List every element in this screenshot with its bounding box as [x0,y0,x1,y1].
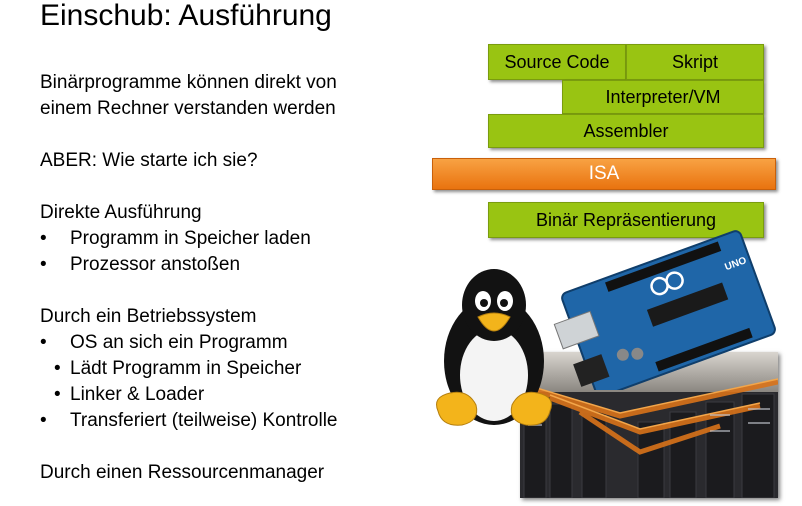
heading-operating-system: Durch ein Betriebssystem [40,306,257,327]
list-item: • Prozessor anstoßen [40,252,440,278]
slide-body: Binärprogramme können direkt von einem R… [40,70,440,486]
list-item: • OS an sich ein Programm [40,330,440,356]
stack-assembler: Assembler [488,114,764,148]
bullet-icon: • [40,254,47,275]
stack-isa: ISA [432,158,776,190]
list-subitem: • Lädt Programm in Speicher [40,356,440,382]
list-item: • Programm in Speicher laden [40,226,440,252]
bullet-icon: • [40,332,47,353]
list-subitem-text: Linker & Loader [70,384,205,405]
list-item-text: OS an sich ein Programm [70,332,288,353]
stack-source-code: Source Code [488,44,626,80]
stack-skript: Skript [626,44,764,80]
bullet-icon: • [40,228,47,249]
heading-direct-execution: Direkte Ausführung [40,202,202,223]
bullet-icon: • [54,384,61,405]
bullet-icon: • [54,358,61,379]
paragraph-binary-line2: einem Rechner verstanden werden [40,98,336,119]
list-item-text: Programm in Speicher laden [70,228,311,249]
list-item-text: Transferiert (teilweise) Kontrolle [70,410,338,431]
arduino-board-image: UNO [548,230,780,398]
tux-penguin-image [428,265,560,440]
bullet-icon: • [40,410,47,431]
list-item-text: Prozessor anstoßen [70,254,241,275]
paragraph-binary-line1: Binärprogramme können direkt von [40,72,337,93]
heading-resource-manager: Durch einen Ressourcenmanager [40,462,325,483]
slide-title: Einschub: Ausführung [40,0,332,32]
list-item: • Transferiert (teilweise) Kontrolle [40,408,440,434]
list-subitem-text: Lädt Programm in Speicher [70,358,302,379]
list-subitem: • Linker & Loader [40,382,440,408]
paragraph-but: ABER: Wie starte ich sie? [40,150,258,171]
stack-interpreter-vm: Interpreter/VM [562,80,764,114]
